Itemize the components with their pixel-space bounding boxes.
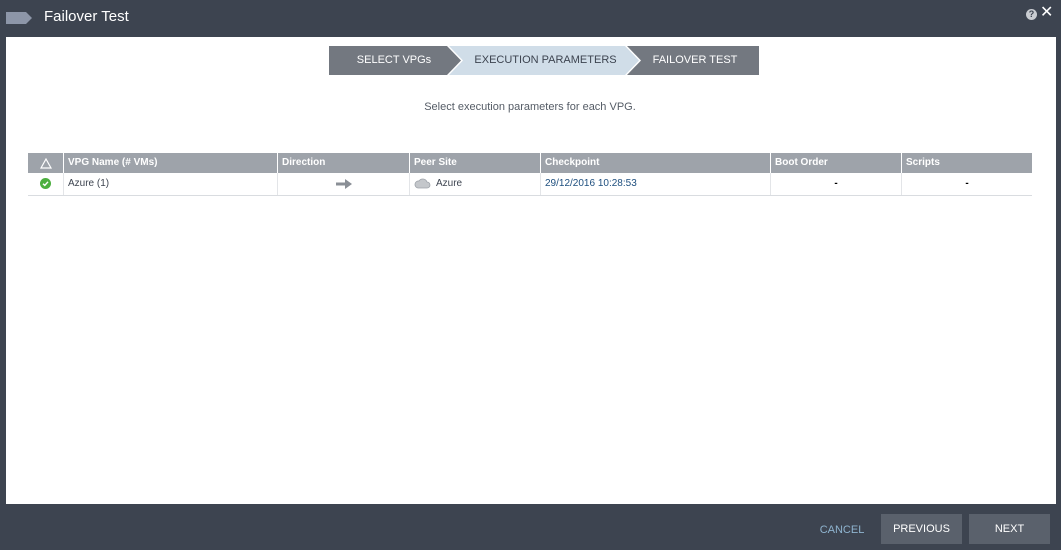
wizard-steps: SELECT VPGs EXECUTION PARAMETERS FAILOVE… <box>329 46 759 75</box>
next-button[interactable]: NEXT <box>969 514 1050 544</box>
column-header-scripts[interactable]: Scripts <box>902 153 1032 173</box>
boot-order-value[interactable]: - <box>771 173 902 195</box>
checkpoint-link[interactable]: 29/12/2016 10:28:53 <box>541 173 771 195</box>
tag-icon <box>6 12 32 24</box>
title-bar: Failover Test ? ✕ <box>0 0 1061 37</box>
check-circle-icon <box>40 178 51 189</box>
wizard-step-select-vpgs[interactable]: SELECT VPGs <box>329 46 459 75</box>
arrow-right-icon <box>335 179 352 189</box>
instruction-text: Select execution parameters for each VPG… <box>424 101 636 113</box>
vpg-grid: VPG Name (# VMs) Direction Peer Site Che… <box>28 153 1032 196</box>
wizard-step-execution-parameters[interactable]: EXECUTION PARAMETERS <box>453 46 638 75</box>
help-icon[interactable]: ? <box>1026 9 1037 20</box>
close-icon[interactable]: ✕ <box>1040 5 1053 21</box>
window-title: Failover Test <box>44 8 129 25</box>
peer-site-cell: Azure <box>410 173 541 195</box>
cancel-button[interactable]: CANCEL <box>814 515 870 545</box>
alert-icon <box>39 157 52 169</box>
status-cell <box>28 173 64 195</box>
grid-header: VPG Name (# VMs) Direction Peer Site Che… <box>28 153 1032 173</box>
cloud-icon <box>414 178 431 189</box>
peer-site-label: Azure <box>436 178 463 189</box>
wizard-step-failover-test[interactable]: FAILOVER TEST <box>631 46 759 75</box>
scripts-value[interactable]: - <box>902 173 1032 195</box>
previous-button[interactable]: PREVIOUS <box>881 514 962 544</box>
footer-bar: CANCEL PREVIOUS NEXT <box>0 504 1061 550</box>
direction-cell <box>278 173 410 195</box>
column-header-vpg-name[interactable]: VPG Name (# VMs) <box>64 153 278 173</box>
column-header-boot-order[interactable]: Boot Order <box>771 153 902 173</box>
vpg-name-cell: Azure (1) <box>64 173 278 195</box>
dialog-content: SELECT VPGs EXECUTION PARAMETERS FAILOVE… <box>6 37 1056 504</box>
column-header-peer-site[interactable]: Peer Site <box>410 153 541 173</box>
table-row[interactable]: Azure (1) Azure 29/12/2016 10:28:53 - - <box>28 173 1032 196</box>
column-header-checkpoint[interactable]: Checkpoint <box>541 153 771 173</box>
column-header-status[interactable] <box>28 153 64 173</box>
column-header-direction[interactable]: Direction <box>278 153 410 173</box>
